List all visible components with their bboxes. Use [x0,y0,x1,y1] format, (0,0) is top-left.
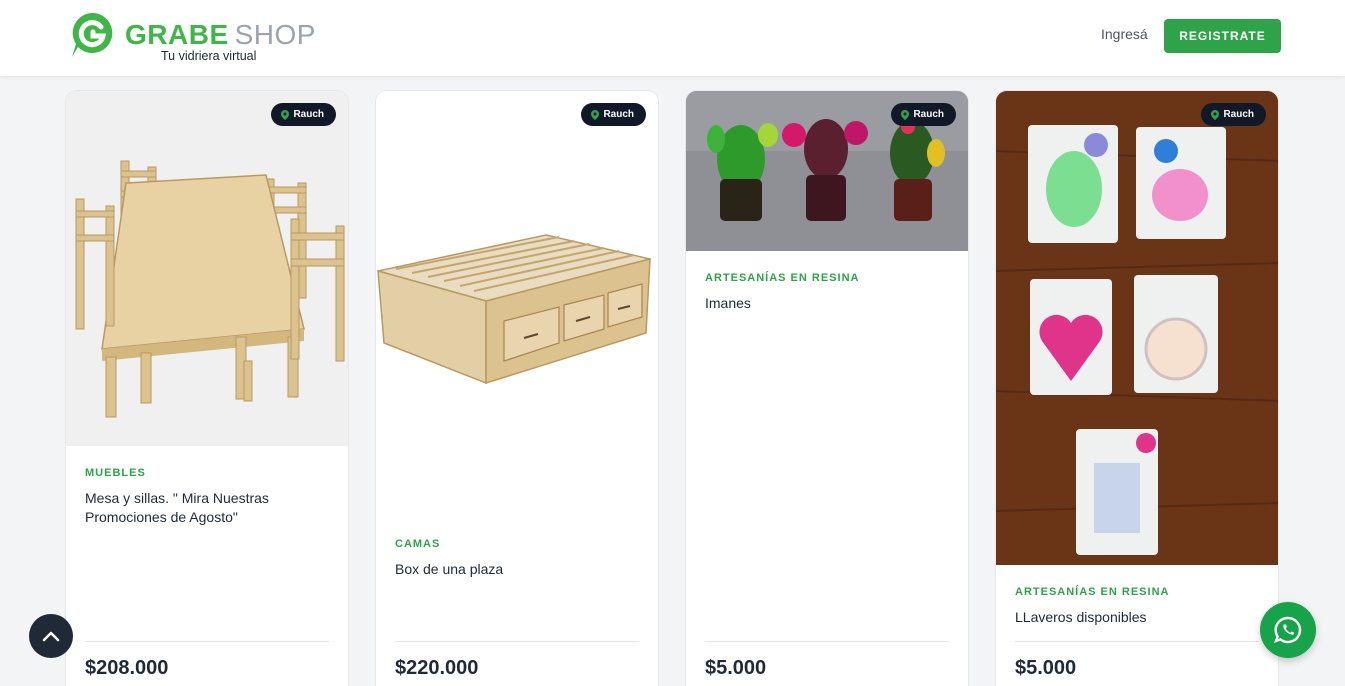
product-category[interactable]: ARTESANÍAS EN RESINA [705,272,859,284]
product-card[interactable]: Rauch ARTESANÍAS EN RESINA Imanes $5.000 [685,90,969,686]
product-image[interactable] [66,91,348,446]
login-link[interactable]: Ingresá [1101,26,1148,42]
product-card[interactable]: Rauch ARTESANÍAS EN RESINA LLaveros disp… [995,90,1279,686]
product-image[interactable] [376,91,658,511]
location-label: Rauch [913,109,944,120]
product-price: $5.000 [705,657,767,679]
whatsapp-button[interactable] [1260,602,1316,658]
product-category[interactable]: MUEBLES [85,467,146,479]
product-card[interactable]: Rauch CAMAS Box de una plaza $220.000 [375,90,659,686]
location-label: Rauch [1223,109,1254,120]
location-label: Rauch [293,109,324,120]
location-label: Rauch [603,109,634,120]
product-image[interactable] [996,91,1278,565]
site-header: GRABE SHOP Tu vidriera virtual Ingresá RE… [0,0,1345,76]
brand-tagline: Tu vidriera virtual [161,49,257,63]
brand-main: GRABE [125,19,229,50]
bed-box-image [376,91,658,511]
location-badge: Rauch [1201,103,1266,126]
product-title[interactable]: LLaveros disponibles [1015,608,1259,627]
card-divider [1015,641,1259,642]
product-card[interactable]: Rauch MUEBLES Mesa y sillas. " Mira Nues… [65,90,349,686]
map-pin-icon [901,109,910,120]
logo-badge-icon [72,12,113,57]
product-title[interactable]: Imanes [705,294,949,313]
card-divider [705,641,949,642]
map-pin-icon [281,109,290,120]
product-category[interactable]: ARTESANÍAS EN RESINA [1015,586,1169,598]
chevron-up-icon [42,631,60,642]
product-title[interactable]: Box de una plaza [395,560,639,579]
location-badge: Rauch [581,103,646,126]
map-pin-icon [591,109,600,120]
location-badge: Rauch [271,103,336,126]
register-button[interactable]: REGISTRATE [1164,19,1281,53]
resin-keychains-image [996,91,1278,565]
whatsapp-icon [1274,616,1302,644]
card-divider [395,641,639,642]
brand-secondary: SHOP [234,19,316,50]
card-divider [85,641,329,642]
table-chairs-image [66,91,348,446]
site-logo[interactable]: GRABE SHOP Tu vidriera virtual [68,10,328,66]
brand-name: GRABE SHOP [125,19,316,51]
product-category[interactable]: CAMAS [395,538,440,550]
product-title[interactable]: Mesa y sillas. " Mira Nuestras Promocion… [85,489,329,527]
scroll-top-button[interactable] [29,614,73,658]
product-price: $220.000 [395,657,479,679]
location-badge: Rauch [891,103,956,126]
map-pin-icon [1211,109,1220,120]
product-price: $208.000 [85,657,169,679]
product-price: $5.000 [1015,657,1077,679]
